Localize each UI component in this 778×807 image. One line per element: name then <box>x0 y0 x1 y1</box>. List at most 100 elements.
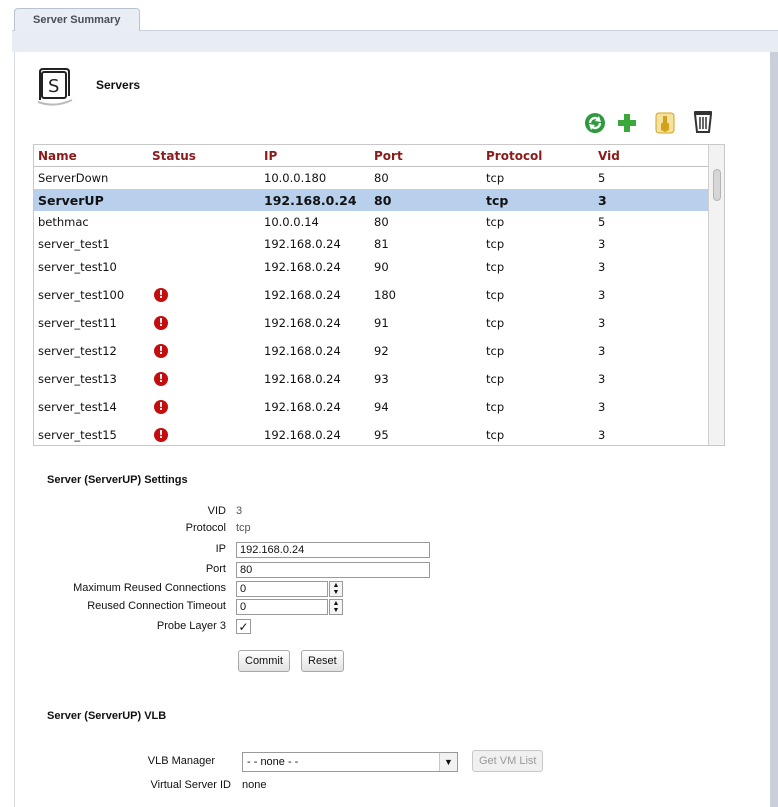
vid-label: VID <box>207 505 226 517</box>
cell-port: 91 <box>374 316 389 330</box>
servers-table: Name Status IP Port Protocol Vid ServerD… <box>33 144 725 446</box>
protocol-value: tcp <box>236 522 251 534</box>
cell-ip: 192.168.0.24 <box>264 344 341 358</box>
cell-port: 81 <box>374 237 389 251</box>
svg-text:S: S <box>48 76 59 97</box>
cell-port: 95 <box>374 428 389 442</box>
cell-name: server_test13 <box>38 372 117 386</box>
cell-ip: 192.168.0.24 <box>264 372 341 386</box>
table-row[interactable]: server_test12 192.168.0.24 92 tcp 3! <box>34 337 708 365</box>
cell-name: server_test15 <box>38 428 117 442</box>
error-status-icon: ! <box>154 316 168 330</box>
cell-port: 93 <box>374 372 389 386</box>
column-header-ip[interactable]: IP <box>264 149 277 163</box>
tab-strip: Server Summary <box>0 0 778 52</box>
settings-title: Server (ServerUP) Settings <box>47 474 188 486</box>
vlb-manager-select[interactable]: - - none - - ▼ <box>242 752 458 772</box>
table-row[interactable]: server_test15 192.168.0.24 95 tcp 3! <box>34 421 708 445</box>
cell-name: ServerDown <box>38 171 109 185</box>
error-status-icon: ! <box>154 344 168 358</box>
cell-ip: 10.0.0.14 <box>264 215 319 229</box>
table-row[interactable]: server_test10 192.168.0.24 90 tcp 3 <box>34 255 708 279</box>
chevron-down-icon[interactable]: ▼ <box>439 753 457 771</box>
cell-vid: 3 <box>598 400 606 414</box>
table-row[interactable]: server_test14 192.168.0.24 94 tcp 3! <box>34 393 708 421</box>
cell-name: server_test14 <box>38 400 117 414</box>
ip-field[interactable] <box>236 542 430 558</box>
column-header-vid[interactable]: Vid <box>598 149 620 163</box>
cell-name: server_test100 <box>38 288 125 302</box>
port-label: Port <box>205 563 226 575</box>
cell-vid: 3 <box>598 260 606 274</box>
error-status-icon: ! <box>154 288 168 302</box>
cell-protocol: tcp <box>486 428 505 442</box>
table-row[interactable]: server_test100 192.168.0.24 180 tcp 3! <box>34 281 708 309</box>
cell-protocol: tcp <box>486 193 509 208</box>
max-reused-stepper[interactable]: ▲ ▼ <box>329 581 343 597</box>
cell-name: server_test1 <box>38 237 110 251</box>
reset-button[interactable]: Reset <box>301 650 344 672</box>
virtual-server-id-label: Virtual Server ID <box>150 779 232 791</box>
column-header-status[interactable]: Status <box>152 149 196 163</box>
cell-vid: 3 <box>598 193 607 208</box>
table-row[interactable]: bethmac 10.0.0.14 80 tcp 5 <box>34 211 708 233</box>
servers-icon: S <box>37 68 73 106</box>
error-status-icon: ! <box>154 372 168 386</box>
cell-port: 80 <box>374 193 392 208</box>
wrench-icon[interactable] <box>652 110 678 136</box>
servers-title: Servers <box>96 78 141 92</box>
table-row[interactable]: ServerDown 10.0.0.180 80 tcp 5 <box>34 167 708 189</box>
cell-protocol: tcp <box>486 171 505 185</box>
max-reused-connections-field[interactable] <box>236 581 328 597</box>
column-header-protocol[interactable]: Protocol <box>486 149 542 163</box>
probe-layer3-checkbox[interactable]: ✓ <box>236 619 251 634</box>
trash-icon[interactable] <box>690 108 716 134</box>
cell-vid: 3 <box>598 288 606 302</box>
table-row[interactable]: server_test13 192.168.0.24 93 tcp 3! <box>34 365 708 393</box>
cell-vid: 5 <box>598 215 606 229</box>
cell-port: 90 <box>374 260 389 274</box>
table-header: Name Status IP Port Protocol Vid <box>34 145 708 167</box>
cell-port: 80 <box>374 171 389 185</box>
cell-protocol: tcp <box>486 288 505 302</box>
scrollbar-thumb[interactable] <box>713 169 721 201</box>
refresh-icon[interactable] <box>582 110 608 136</box>
cell-ip: 192.168.0.24 <box>264 193 357 208</box>
ip-label: IP <box>215 543 226 555</box>
cell-port: 80 <box>374 215 389 229</box>
column-header-port[interactable]: Port <box>374 149 403 163</box>
cell-port: 92 <box>374 344 389 358</box>
vlb-manager-value: - - none - - <box>247 756 299 768</box>
error-status-icon: ! <box>154 428 168 442</box>
cell-ip: 192.168.0.24 <box>264 316 341 330</box>
cell-name: server_test10 <box>38 260 117 274</box>
cell-name: server_test11 <box>38 316 117 330</box>
cell-port: 94 <box>374 400 389 414</box>
cell-vid: 3 <box>598 428 606 442</box>
cell-vid: 3 <box>598 237 606 251</box>
cell-protocol: tcp <box>486 344 505 358</box>
tab-server-summary[interactable]: Server Summary <box>14 8 140 31</box>
cell-ip: 192.168.0.24 <box>264 260 341 274</box>
cell-protocol: tcp <box>486 237 505 251</box>
reused-timeout-stepper[interactable]: ▲ ▼ <box>329 599 343 615</box>
get-vm-list-button[interactable]: Get VM List <box>472 750 544 772</box>
table-row[interactable]: ServerUP 192.168.0.24 80 tcp 3 <box>34 189 708 211</box>
cell-ip: 192.168.0.24 <box>264 288 341 302</box>
port-field[interactable] <box>236 562 430 578</box>
cell-name: bethmac <box>38 215 89 229</box>
vid-value: 3 <box>236 505 243 517</box>
cell-ip: 192.168.0.24 <box>264 400 341 414</box>
cell-vid: 3 <box>598 344 606 358</box>
table-scrollbar[interactable] <box>708 145 724 445</box>
add-icon[interactable] <box>614 110 640 136</box>
table-row[interactable]: server_test11 192.168.0.24 91 tcp 3! <box>34 309 708 337</box>
cell-vid: 3 <box>598 372 606 386</box>
virtual-server-id-value: none <box>242 779 267 791</box>
cell-protocol: tcp <box>486 215 505 229</box>
column-header-name[interactable]: Name <box>38 149 77 163</box>
reused-timeout-field[interactable] <box>236 599 328 615</box>
cell-ip: 192.168.0.24 <box>264 237 341 251</box>
table-row[interactable]: server_test1 192.168.0.24 81 tcp 3 <box>34 233 708 255</box>
commit-button[interactable]: Commit <box>238 650 290 672</box>
